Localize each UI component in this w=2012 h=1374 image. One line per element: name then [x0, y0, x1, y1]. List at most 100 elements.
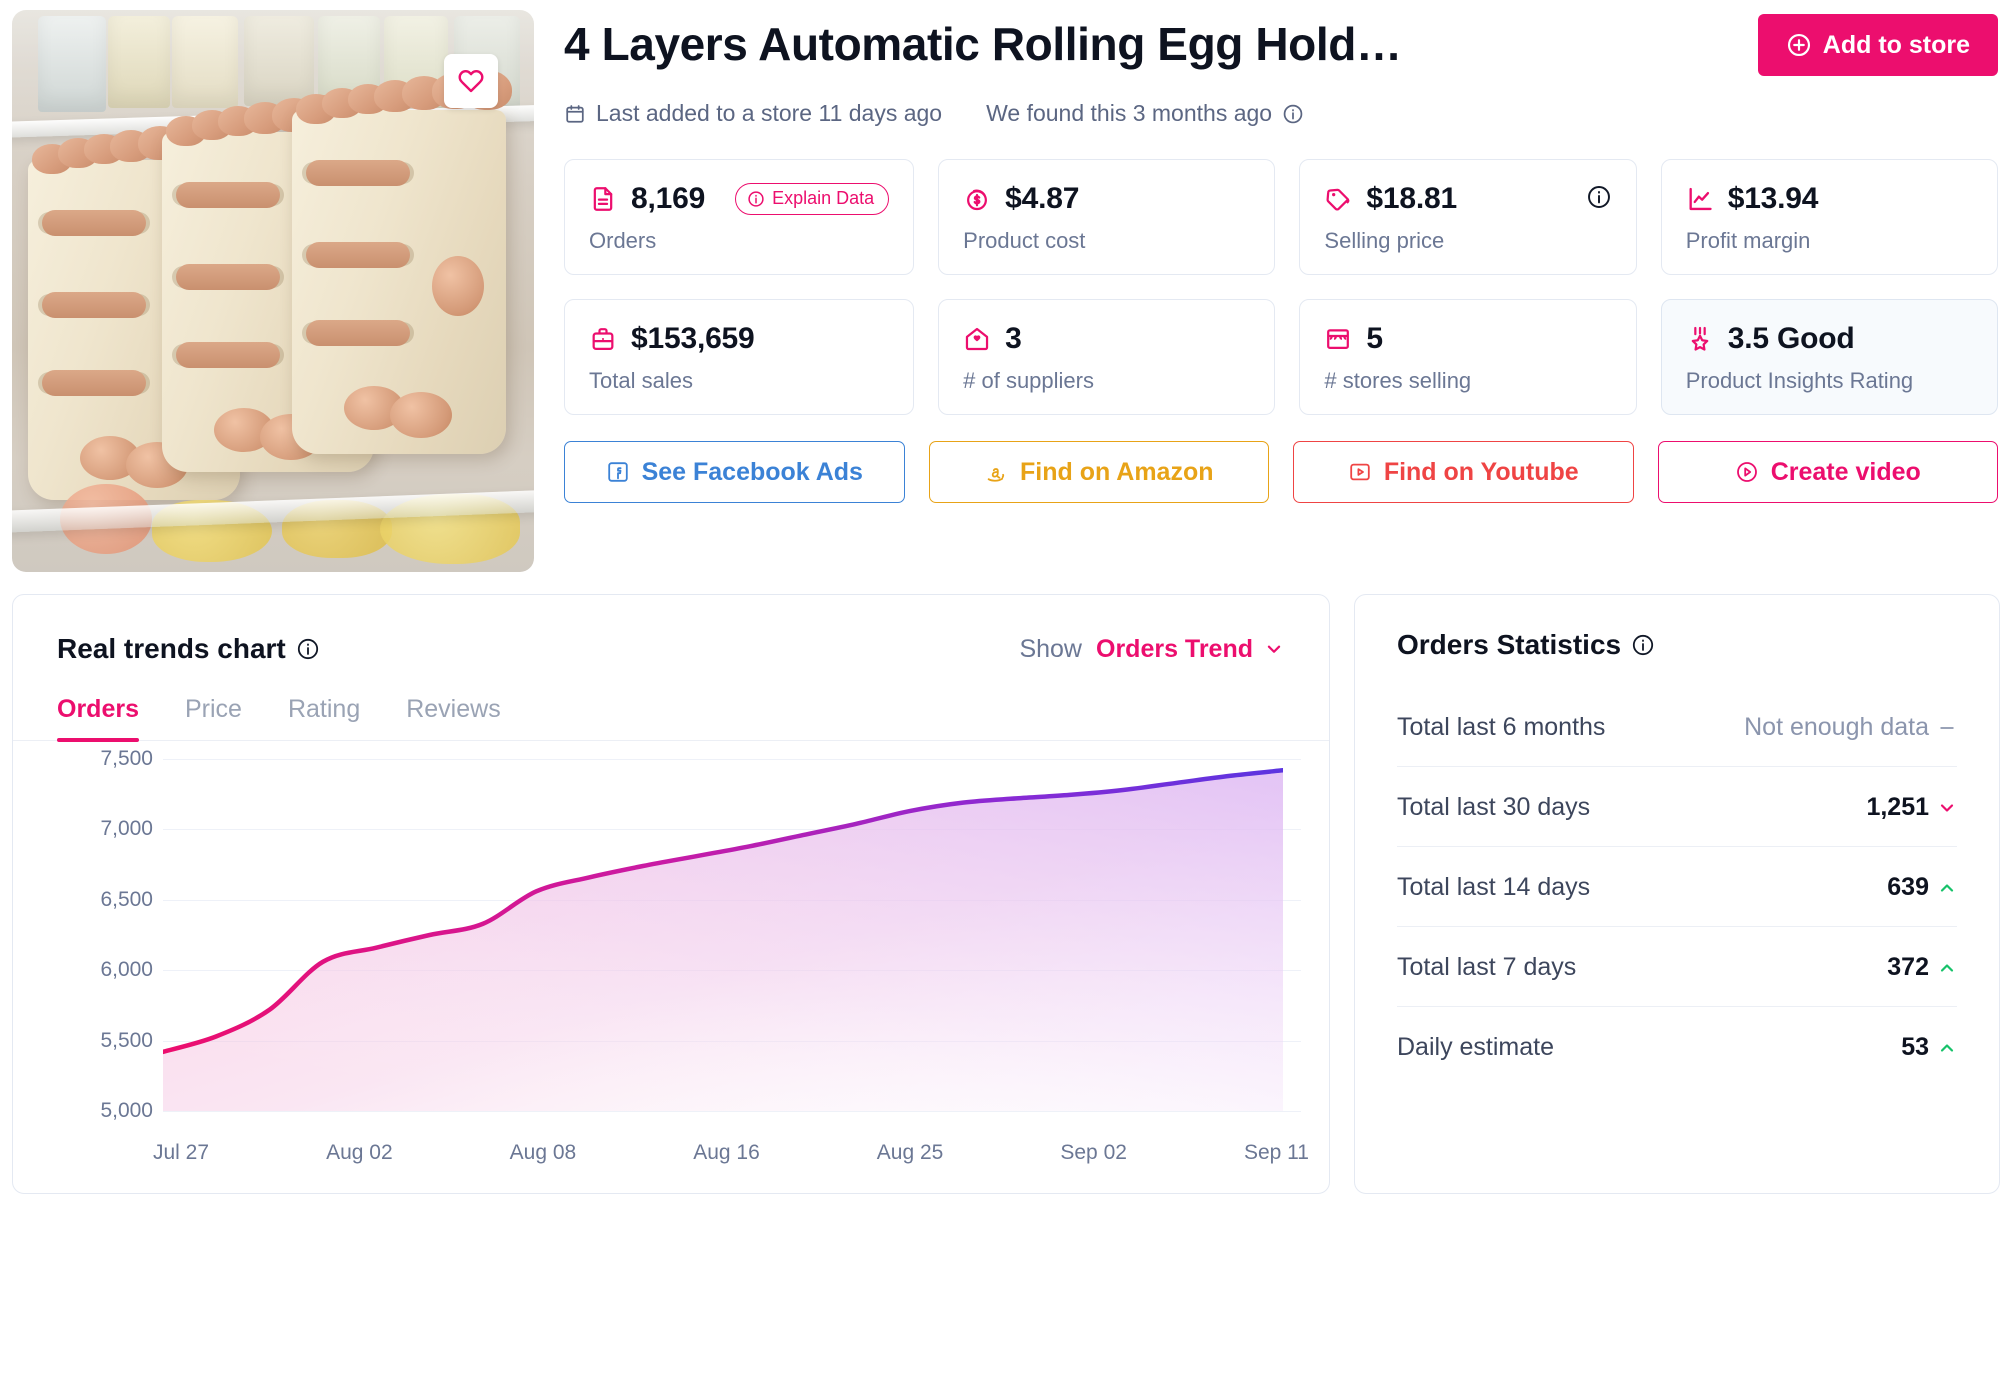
explain-data-label: Explain Data — [772, 188, 875, 208]
tab-rating[interactable]: Rating — [288, 695, 360, 740]
info-icon[interactable] — [1631, 633, 1655, 657]
favorite-button[interactable] — [444, 54, 498, 108]
info-icon[interactable] — [1586, 184, 1612, 210]
find-on-amazon-button[interactable]: Find on Amazon — [928, 441, 1269, 503]
stat-value-text: 53 — [1901, 1033, 1929, 1061]
chart-up-icon — [1686, 185, 1714, 213]
metric-value: $153,659 — [631, 322, 755, 355]
metric-label: Product Insights Rating — [1685, 368, 1914, 393]
x-axis-label: Aug 25 — [876, 1141, 944, 1164]
orders-statistics-panel: Orders Statistics Total last 6 months Not… — [1354, 594, 2000, 1194]
metric-value: $18.81 — [1366, 182, 1457, 215]
egg-holder — [292, 70, 512, 454]
show-selector: Show Orders Trend — [1019, 635, 1285, 664]
plus-circle-icon — [1786, 32, 1812, 58]
stat-row: Total last 14 days 639 — [1397, 847, 1957, 927]
button-label: Find on Youtube — [1383, 457, 1579, 486]
x-axis-label: Aug 16 — [693, 1141, 760, 1164]
info-icon — [747, 190, 765, 208]
metric-cards: 8,169 Explain Data Orders $4.87 Product … — [564, 159, 1998, 415]
tab-orders[interactable]: Orders — [57, 695, 139, 742]
metric-label: Total sales — [589, 368, 693, 393]
metric-label: Profit margin — [1685, 228, 1811, 253]
x-axis-label: Sep 02 — [1060, 1141, 1127, 1164]
info-icon[interactable] — [296, 637, 320, 661]
show-dropdown[interactable]: Orders Trend — [1096, 635, 1285, 664]
chart-title-text: Real trends chart — [57, 633, 286, 664]
tag-icon — [1324, 185, 1352, 213]
stats-title-text: Orders Statistics — [1397, 629, 1622, 660]
y-axis-label: 6,000 — [100, 958, 153, 982]
youtube-icon — [1348, 460, 1372, 484]
info-icon[interactable] — [1282, 103, 1304, 125]
show-label: Show — [1019, 634, 1082, 663]
tab-price[interactable]: Price — [185, 695, 242, 740]
add-to-store-label: Add to store — [1822, 30, 1970, 59]
metric-label: # of suppliers — [963, 368, 1094, 393]
real-trends-chart-panel: Real trends chart Show Orders Trend Orde… — [12, 594, 1330, 1194]
y-axis-label: 7,000 — [100, 817, 153, 841]
stat-value: Not enough data — [1744, 713, 1957, 742]
product-image — [12, 10, 534, 572]
analytics-section: Real trends chart Show Orders Trend Orde… — [0, 572, 2012, 1194]
chart-plot-area — [160, 759, 1286, 1111]
metric-value: 5 — [1366, 322, 1383, 355]
x-axis-label: Aug 08 — [509, 1141, 577, 1164]
find-on-youtube-button[interactable]: Find on Youtube — [1293, 441, 1634, 503]
product-info: 4 Layers Automatic Rolling Egg Hold… Add… — [564, 10, 2012, 572]
coin-icon — [963, 185, 991, 213]
tab-reviews[interactable]: Reviews — [406, 695, 500, 740]
y-axis-label: 7,500 — [100, 747, 153, 770]
chart-title: Real trends chart — [57, 633, 320, 665]
stat-name: Total last 6 months — [1397, 713, 1606, 741]
last-added-text: Last added to a store 11 days ago — [596, 100, 943, 126]
found-date-text: We found this 3 months ago — [986, 100, 1273, 126]
x-axis-label: Jul 27 — [153, 1141, 210, 1164]
stat-name: Total last 7 days — [1397, 953, 1577, 981]
metric-value: 3 — [1005, 322, 1022, 355]
product-research-page: 4 Layers Automatic Rolling Egg Hold… Add… — [0, 0, 2012, 1374]
action-buttons: See Facebook Ads Find on Amazon Find on … — [564, 441, 1998, 503]
heart-icon — [458, 68, 484, 94]
see-facebook-ads-button[interactable]: See Facebook Ads — [564, 441, 905, 503]
metric-label: Selling price — [1324, 228, 1445, 253]
metric-card-suppliers: 3 # of suppliers — [938, 299, 1276, 415]
product-header-section: 4 Layers Automatic Rolling Egg Hold… Add… — [0, 0, 2012, 572]
trend-up-icon — [1937, 1038, 1957, 1058]
gridline — [163, 1111, 1301, 1112]
document-icon — [589, 185, 617, 213]
metric-value: $13.94 — [1727, 182, 1819, 215]
facebook-icon — [606, 460, 630, 484]
y-axis-label: 5,000 — [100, 1099, 153, 1122]
stat-value: 639 — [1887, 873, 1957, 902]
stat-name: Daily estimate — [1397, 1033, 1554, 1061]
metric-card-profit-margin: $13.94 Profit margin — [1660, 159, 1998, 275]
store-icon — [1324, 325, 1352, 353]
stat-value: 53 — [1901, 1033, 1957, 1062]
stats-title: Orders Statistics — [1397, 629, 1957, 661]
found-date-meta: We found this 3 months ago — [986, 100, 1304, 127]
supplier-icon — [963, 325, 991, 353]
page-title: 4 Layers Automatic Rolling Egg Hold… — [564, 18, 1402, 70]
show-value: Orders Trend — [1096, 634, 1253, 663]
stat-value: 1,251 — [1866, 793, 1957, 822]
product-meta: Last added to a store 11 days ago We fou… — [564, 100, 1998, 127]
trend-up-icon — [1937, 878, 1957, 898]
button-label: Create video — [1770, 457, 1921, 486]
stat-value-text: Not enough data — [1744, 713, 1929, 741]
create-video-button[interactable]: Create video — [1657, 441, 1998, 503]
add-to-store-button[interactable]: Add to store — [1757, 14, 1998, 76]
chart-x-axis: Jul 27 Aug 02 Aug 08 Aug 16 Aug 25 Sep 02 Sep … — [153, 1141, 1309, 1165]
explain-data-button[interactable]: Explain Data — [735, 183, 890, 215]
amazon-icon — [984, 460, 1008, 484]
calendar-icon — [564, 103, 586, 125]
stat-row: Total last 30 days 1,251 — [1397, 767, 1957, 847]
stat-row: Total last 6 months Not enough data — [1397, 687, 1957, 767]
stat-row: Total last 7 days 372 — [1397, 927, 1957, 1007]
metric-card-product-insights-rating: 3.5 Good Product Insights Rating — [1660, 299, 1998, 415]
stat-value-text: 639 — [1887, 873, 1929, 901]
metric-value: 8,169 — [631, 182, 706, 215]
chart-tabs: Orders Price Rating Reviews — [13, 665, 1329, 742]
metric-label: Orders — [589, 228, 657, 253]
medal-icon — [1686, 325, 1714, 353]
